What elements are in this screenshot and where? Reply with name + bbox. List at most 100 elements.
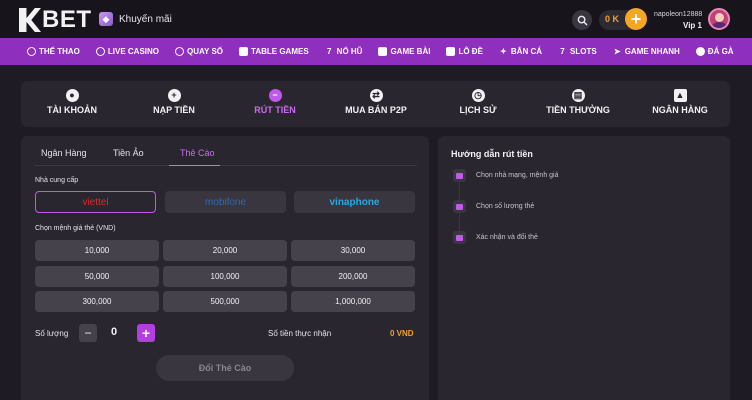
guide-step-label: Chọn số lượng thẻ (476, 203, 535, 210)
user-icon: ● (65, 89, 79, 102)
denomination-option[interactable]: 300,000 (35, 291, 159, 312)
vip-level: Vip 1 (683, 21, 702, 30)
fish-icon: ✦ (500, 47, 507, 56)
nav-item-lo-de[interactable]: LÔ ĐỀ (446, 47, 483, 56)
receive-amount-label: Số tiền thực nhận (268, 329, 332, 338)
rocket-icon: ➤ (613, 47, 621, 56)
nav-label: LIVE CASINO (107, 47, 160, 56)
withdraw-panel: Ngân Hàng Tiền Ảo Thẻ Cào Nhà cung cấp v… (21, 136, 429, 400)
nav-item-lottery[interactable]: QUAY SỐ (175, 47, 223, 56)
confirm-exchange-icon (453, 231, 466, 244)
search-button[interactable] (572, 10, 592, 30)
bank-icon: ▲ (673, 89, 687, 102)
denomination-option[interactable]: 500,000 (163, 291, 287, 312)
denomination-option[interactable]: 20,000 (163, 240, 287, 261)
tab-bank[interactable]: Ngân Hàng (41, 148, 87, 158)
slot-seven-icon: 7 (326, 47, 332, 56)
account-tab-bonus[interactable]: ▤ TIỀN THƯỞNG (533, 89, 623, 115)
account-tab-label: NẠP TIỀN (153, 105, 195, 115)
logo-text: BET (42, 6, 92, 33)
rooster-icon (695, 47, 705, 56)
guide-step-label: Xác nhận và đổi thẻ (476, 234, 538, 241)
guide-step-label: Chọn nhà mạng, mệnh giá (476, 172, 559, 179)
account-tab-label: MUA BÁN P2P (345, 105, 407, 115)
account-tab-p2p[interactable]: ⇄ MUA BÁN P2P (331, 89, 421, 115)
guide-title: Hướng dẫn rút tiền (451, 149, 533, 159)
tab-crypto[interactable]: Tiền Ảo (113, 148, 144, 158)
denomination-option[interactable]: 10,000 (35, 240, 159, 261)
nav-item-live-casino[interactable]: LIVE CASINO (95, 47, 160, 56)
nav-item-no-hu[interactable]: 7 NỔ HŨ (325, 47, 363, 56)
nav-item-table-games[interactable]: TABLE GAMES (239, 47, 309, 56)
account-menu: ● TÀI KHOẢN + NẠP TIỀN − RÚT TIỀN ⇄ MUA … (21, 81, 730, 127)
promotions-label: Khuyến mãi (119, 13, 172, 25)
account-tab-withdraw[interactable]: − RÚT TIỀN (230, 89, 320, 115)
nav-label: GAME NHANH (624, 47, 680, 56)
nav-label: NỔ HŨ (336, 47, 363, 56)
card-quantity-icon (453, 200, 466, 213)
balance-value: 0 K (605, 14, 620, 24)
search-icon (577, 15, 587, 25)
provider-viettel[interactable]: viettel (35, 191, 156, 213)
nav-label: LÔ ĐỀ (458, 47, 483, 56)
logo-k-mark (19, 8, 41, 32)
denomination-option[interactable]: 50,000 (35, 266, 159, 287)
nav-item-game-bai[interactable]: GAME BÀI (378, 47, 430, 56)
provider-label: Nhà cung cấp (35, 177, 79, 184)
nav-label: TABLE GAMES (251, 47, 309, 56)
gift-icon: ▤ (571, 89, 585, 102)
account-tab-deposit[interactable]: + NẠP TIỀN (129, 89, 219, 115)
viettel-logo: viettel (82, 196, 109, 208)
nav-label: THỂ THAO (39, 47, 80, 56)
lottery-ball-icon (175, 47, 185, 56)
nav-item-slots[interactable]: 7 SLOTS (558, 47, 596, 56)
lotto-icon (446, 47, 456, 56)
playing-card-icon (378, 47, 388, 56)
active-tab-indicator (169, 165, 220, 166)
denomination-option[interactable]: 30,000 (291, 240, 415, 261)
provider-vinaphone[interactable]: vinaphone (294, 191, 415, 213)
promotions-link[interactable]: ◆ Khuyến mãi (99, 12, 172, 26)
nav-label: ĐÁ GÀ (707, 47, 734, 56)
denomination-option[interactable]: 100,000 (163, 266, 287, 287)
vinaphone-logo: vinaphone (329, 196, 380, 208)
nav-item-da-ga[interactable]: ĐÁ GÀ (695, 47, 734, 56)
receive-amount-value: 0 VND (390, 329, 414, 338)
guide-step: Chọn nhà mạng, mệnh giá (453, 169, 559, 182)
quick-deposit-button[interactable]: + (625, 8, 647, 30)
nav-label: BẮN CÁ (510, 47, 543, 56)
denomination-option[interactable]: 200,000 (291, 266, 415, 287)
account-tab-label: TIỀN THƯỞNG (546, 105, 610, 115)
gift-box-icon: ◆ (99, 12, 113, 26)
main-nav: THỂ THAO LIVE CASINO QUAY SỐ TABLE GAMES… (0, 38, 752, 65)
account-tab-history[interactable]: ◷ LỊCH SỬ (433, 89, 523, 115)
username: napoleon12888 (654, 11, 703, 18)
guide-step: Xác nhận và đổi thẻ (453, 231, 538, 244)
nav-label: GAME BÀI (390, 47, 431, 56)
account-tab-profile[interactable]: ● TÀI KHOẢN (27, 89, 117, 115)
kbet-logo[interactable]: BET (19, 7, 92, 33)
guide-step: Chọn số lượng thẻ (453, 200, 534, 213)
tab-scratch-card[interactable]: Thẻ Cào (180, 148, 215, 158)
top-header: BET ◆ Khuyến mãi 0 K + napoleon12888 Vip… (0, 0, 752, 38)
quantity-decrement-button[interactable]: − (79, 324, 97, 342)
soccer-ball-icon (27, 47, 36, 56)
nav-item-game-nhanh[interactable]: ➤ GAME NHANH (613, 47, 680, 56)
exchange-card-button[interactable]: Đổi Thẻ Cào (156, 355, 294, 381)
plus-circle-icon: + (167, 89, 181, 102)
minus-circle-icon: − (268, 89, 282, 102)
nav-item-sports[interactable]: THỂ THAO (27, 47, 80, 56)
withdraw-method-tabs: Ngân Hàng Tiền Ảo Thẻ Cào (34, 144, 417, 166)
account-tab-label: TÀI KHOẢN (47, 105, 97, 115)
withdraw-guide-panel: Hướng dẫn rút tiền Chọn nhà mạng, mệnh g… (438, 136, 730, 400)
nav-item-ban-ca[interactable]: ✦ BẮN CÁ (499, 47, 542, 56)
nav-label: QUAY SỐ (187, 47, 224, 56)
denomination-option[interactable]: 1,000,000 (291, 291, 415, 312)
account-tab-bank[interactable]: ▲ NGÂN HÀNG (635, 89, 725, 115)
account-tab-label: LỊCH SỬ (459, 105, 497, 115)
provider-mobifone[interactable]: mobifone (165, 191, 286, 213)
avatar[interactable] (708, 8, 730, 30)
casino-chip-icon (95, 47, 105, 56)
quantity-increment-button[interactable]: + (137, 324, 155, 342)
quantity-value: 0 (111, 326, 118, 338)
